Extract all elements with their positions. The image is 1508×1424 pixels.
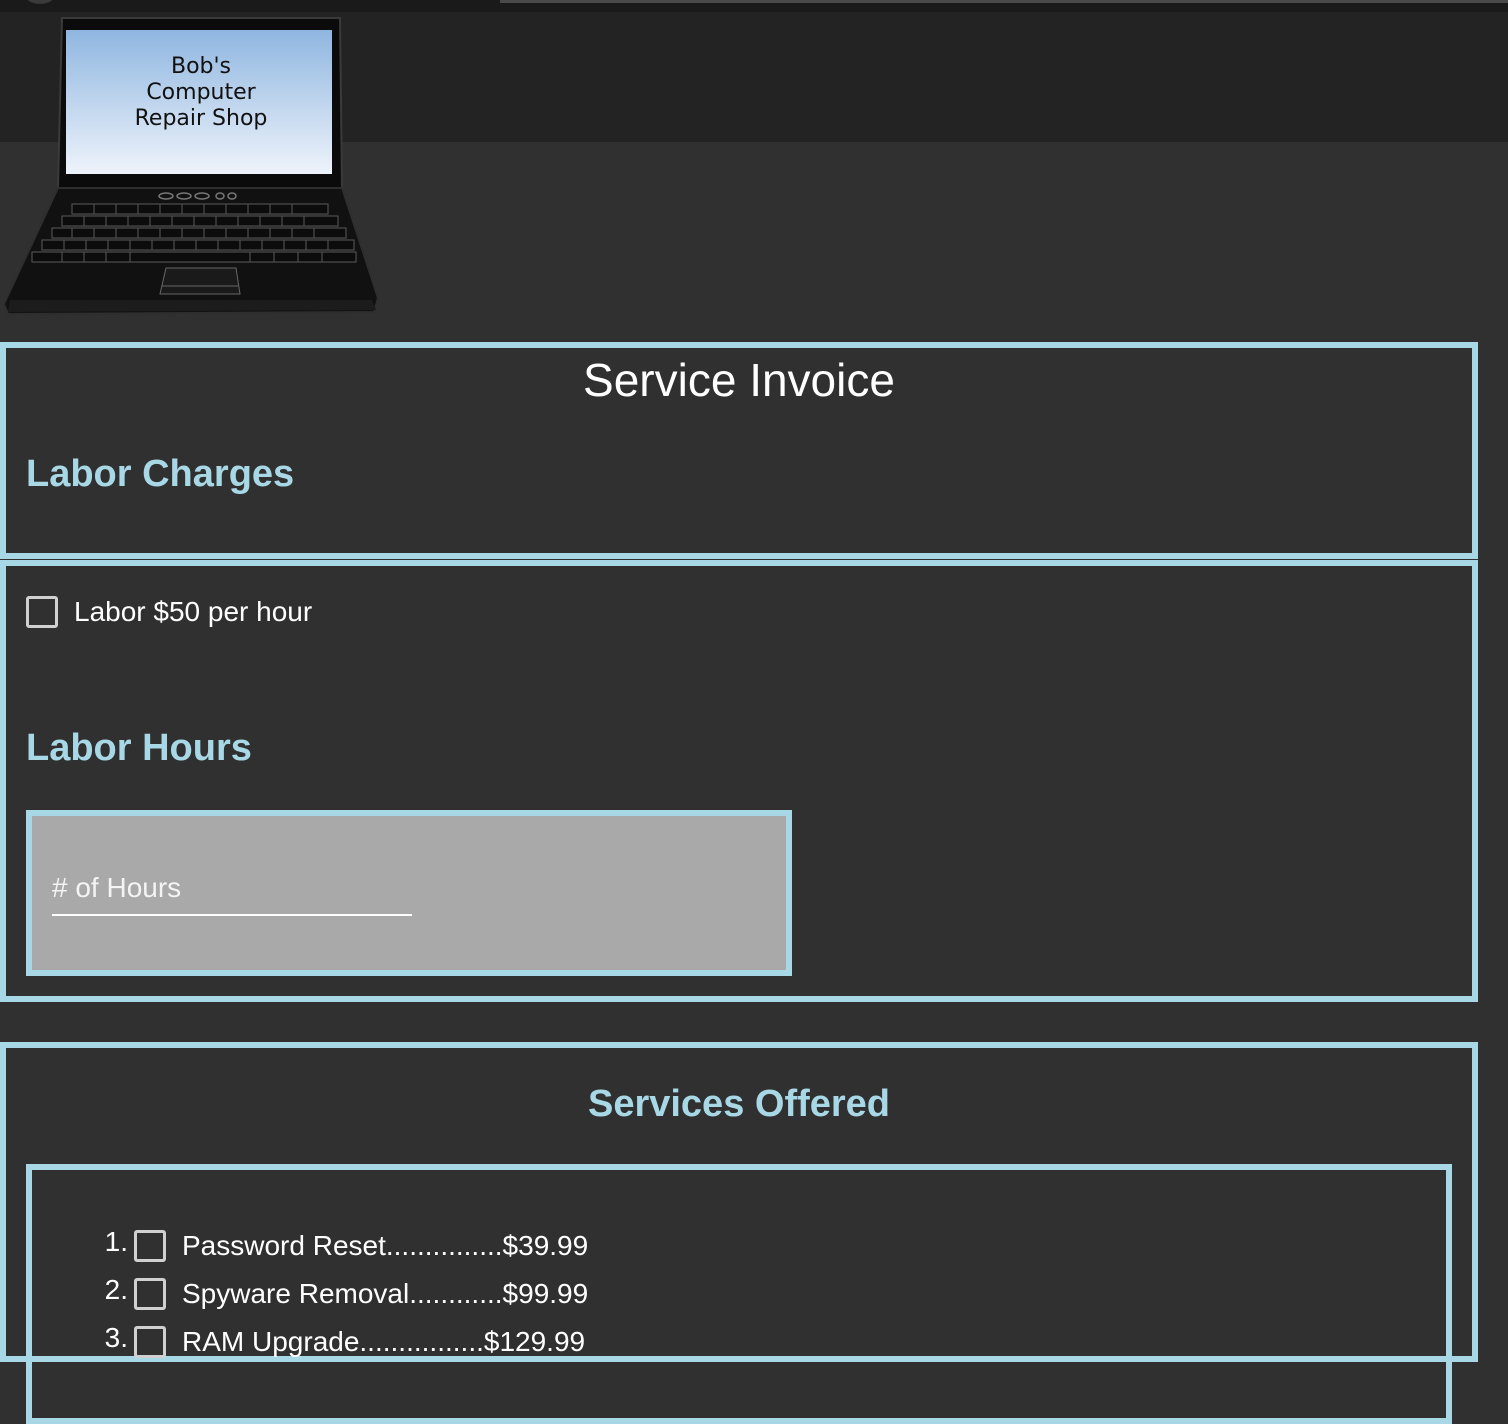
service-number: 1. [104,1226,128,1257]
shop-logo-text: Bob's Computer Repair Shop [66,54,336,132]
services-heading: Services Offered [587,1083,891,1125]
service-checkbox[interactable] [134,1326,166,1358]
service-item[interactable]: 2. Spyware Removal............$99.99 [102,1270,588,1318]
service-label: Spyware Removal............$99.99 [182,1278,589,1309]
hours-input-container [26,810,792,976]
logo-line: Computer [146,80,256,105]
service-item[interactable]: 3. RAM Upgrade................$129.99 [102,1318,588,1366]
address-bar-edge [500,0,1508,3]
labor-charges-heading: Labor Charges [26,453,295,495]
service-number: 3. [104,1322,128,1353]
service-label: Password Reset...............$39.99 [182,1230,589,1261]
hours-input[interactable] [52,862,412,916]
invoice-card: Service Invoice Labor Charges [0,342,1478,559]
labor-hours-heading: Labor Hours [26,727,252,769]
service-number: 2. [104,1274,128,1305]
page-title: Service Invoice [583,354,895,406]
shop-logo: Bob's Computer Repair Shop [0,14,382,320]
service-checkbox[interactable] [134,1278,166,1310]
services-list: 1. Password Reset...............$39.99 2… [102,1222,588,1366]
labor-rate-option[interactable]: Labor $50 per hour [26,596,312,628]
labor-rate-checkbox[interactable] [26,596,58,628]
logo-line: Repair Shop [134,106,268,131]
services-list-container: 1. Password Reset...............$39.99 2… [26,1164,1452,1424]
service-checkbox[interactable] [134,1230,166,1262]
services-card: Services Offered 1. Password Reset......… [0,1042,1478,1424]
service-item[interactable]: 1. Password Reset...............$39.99 [102,1222,588,1270]
service-label: RAM Upgrade................$129.99 [182,1326,586,1357]
labor-card: Labor $50 per hour Labor Hours [0,560,1478,1002]
logo-line: Bob's [170,54,232,79]
labor-rate-label: Labor $50 per hour [74,596,313,627]
